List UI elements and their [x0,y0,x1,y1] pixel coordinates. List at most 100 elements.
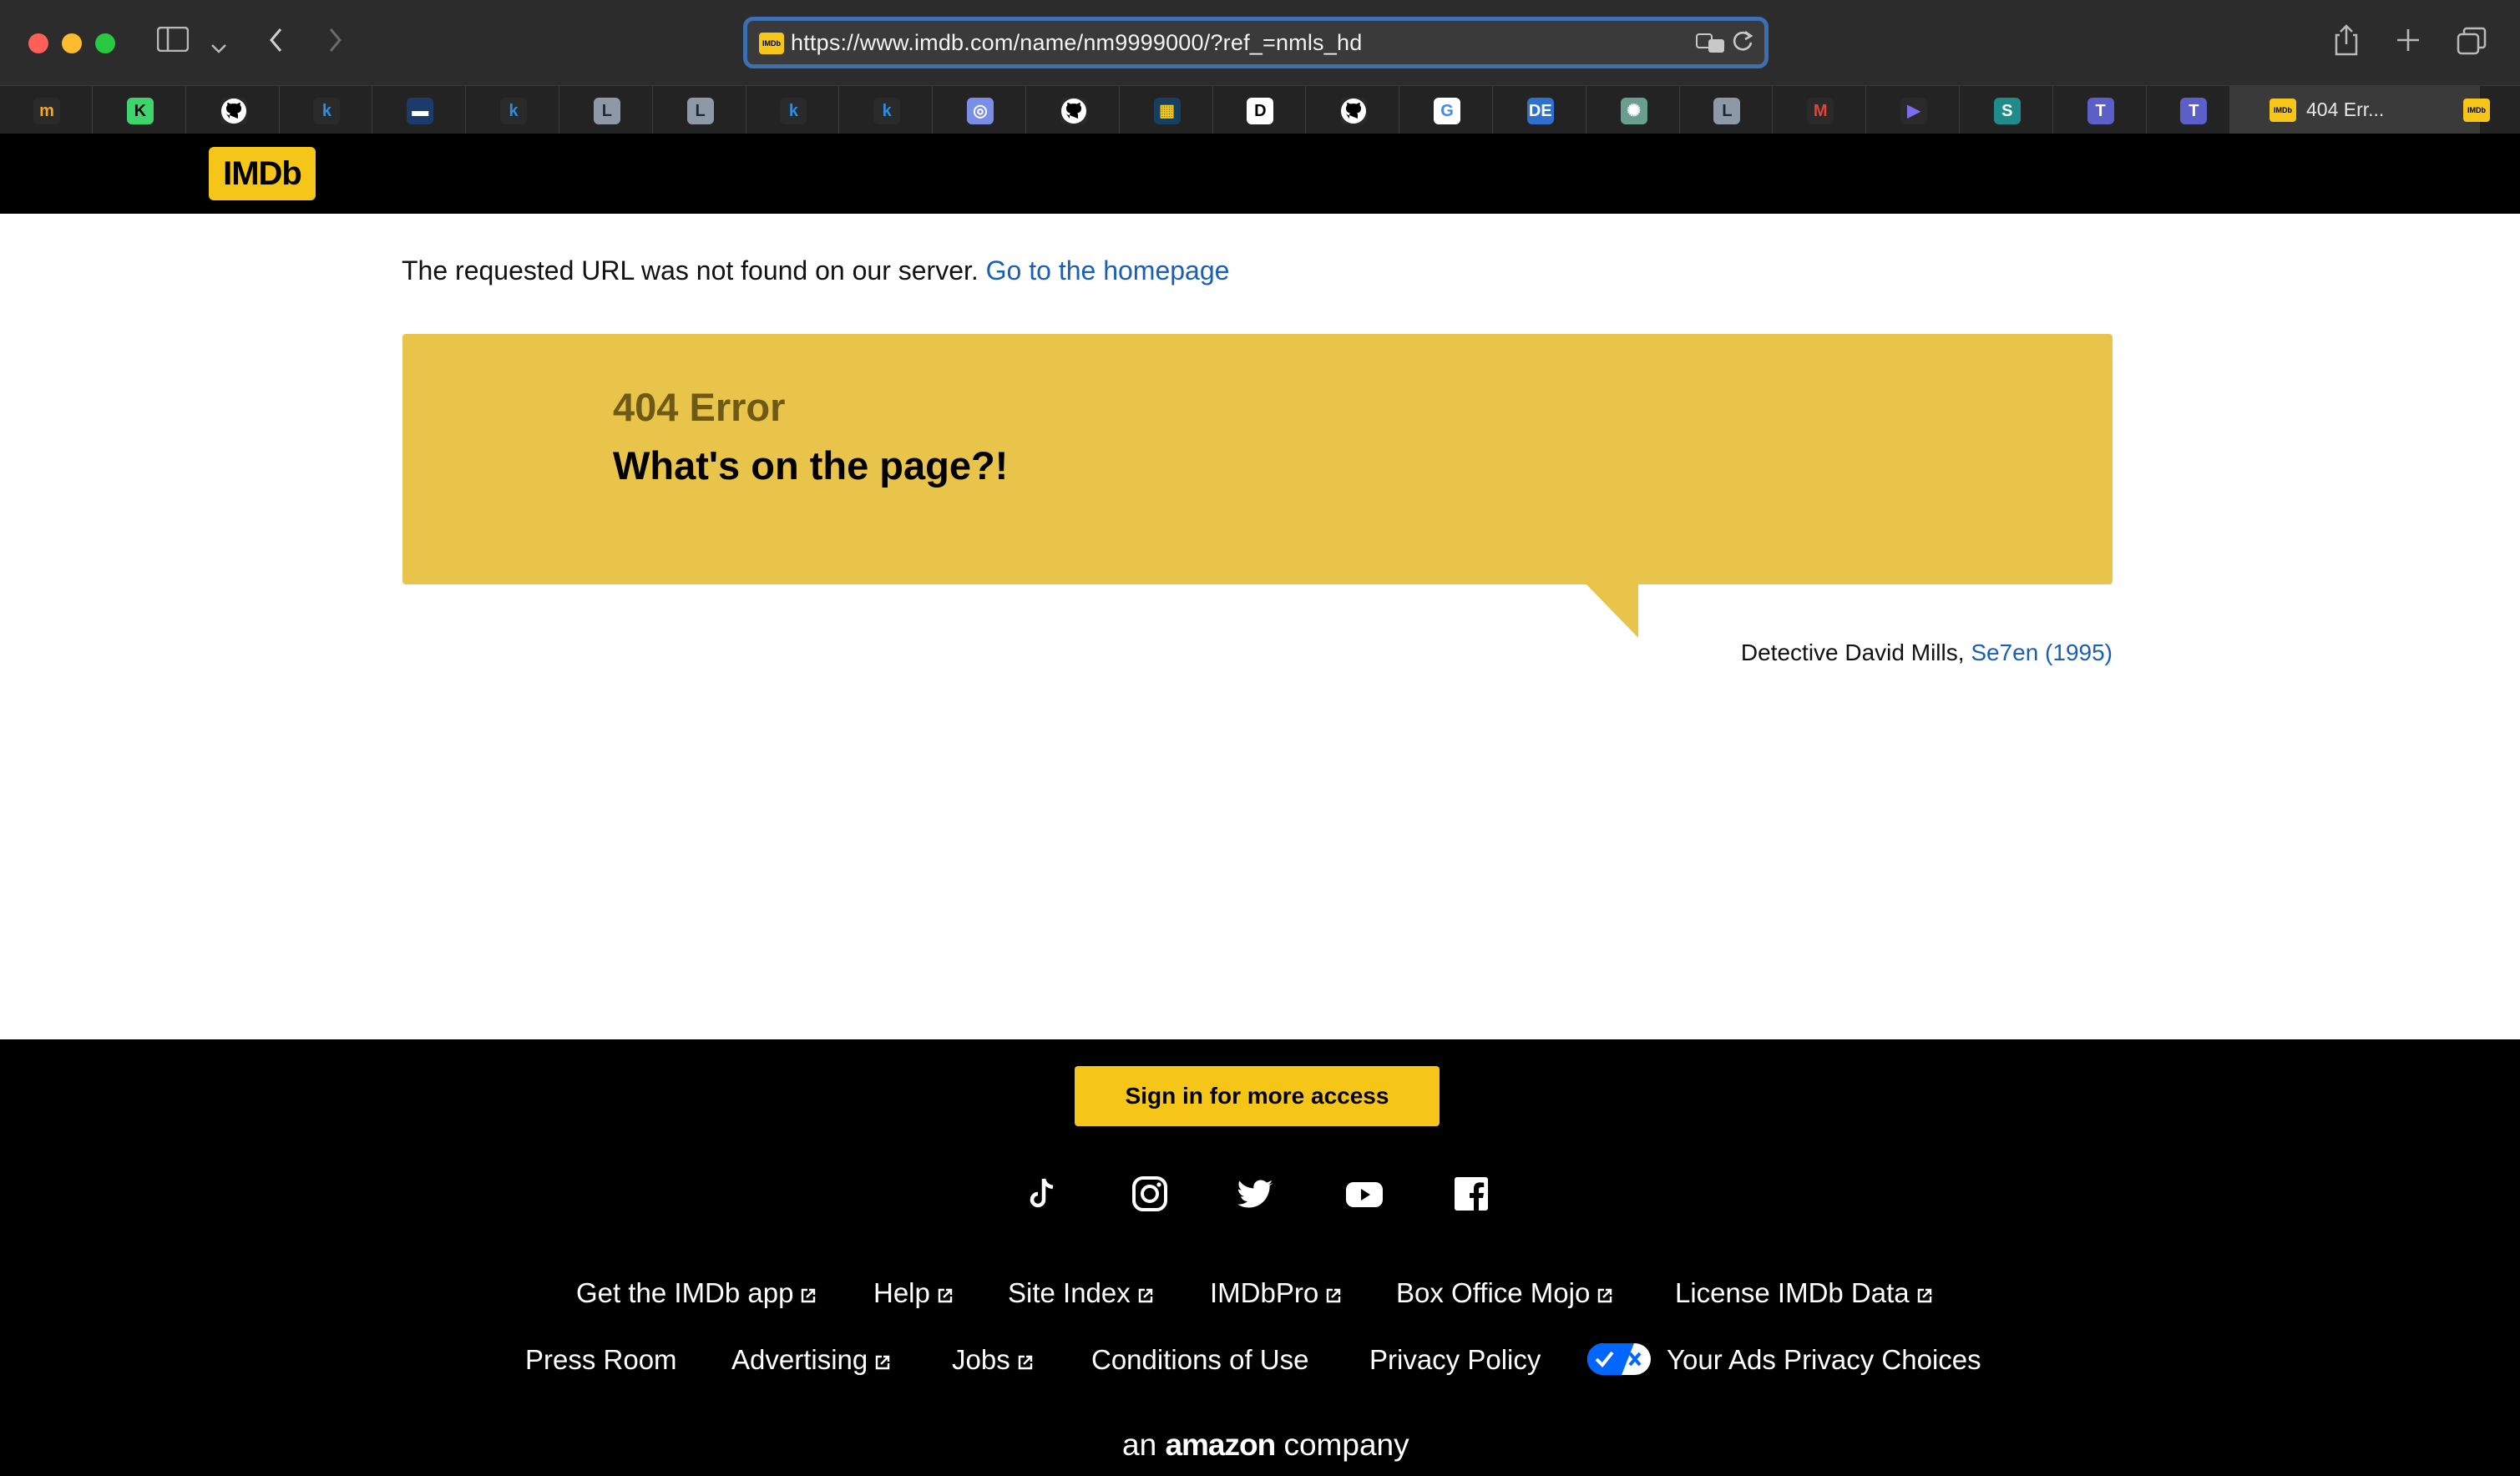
amazon-prefix: an [1122,1428,1157,1462]
pinned-tab[interactable]: k [280,86,373,134]
dk-icon: K [126,98,154,124]
footer-link-label: Advertising [731,1344,868,1375]
footer-link-box-office-mojo[interactable]: Box Office Mojo [1396,1277,1613,1309]
footer-link-ads-privacy-choices[interactable]: Your Ads Privacy Choices [1667,1344,1981,1376]
sharepoint-icon: S [1993,98,2021,124]
sidebar-toggle-icon[interactable] [156,26,190,59]
l-icon: L [1713,98,1741,124]
external-link-icon [1018,1355,1032,1370]
imdb-pro-icon: m [33,98,60,124]
youtube-icon[interactable] [1344,1174,1384,1214]
homepage-link[interactable]: Go to the homepage [986,255,1230,286]
de-icon: DE [1526,98,1554,124]
external-link-icon [1598,1288,1612,1303]
imdb-logo[interactable]: IMDb [209,147,316,200]
pinned-tab[interactable]: G [1400,86,1493,134]
chart-icon: ▦ [1153,98,1181,124]
error-code: 404 Error [613,385,786,429]
pinned-tab[interactable]: ▬ [373,86,467,134]
pinned-tab[interactable]: k [746,86,840,134]
pinned-tab[interactable]: L [1680,86,1774,134]
zoom-window-button[interactable] [95,33,115,53]
pinned-tab[interactable]: k [467,86,559,134]
footer-link-imdbpro[interactable]: IMDbPro [1210,1277,1342,1309]
browser-chrome: IMDb https://www.imdb.com/name/nm9999000… [0,0,2520,134]
close-window-button[interactable] [28,33,48,53]
footer-link-site-index[interactable]: Site Index [1008,1277,1154,1309]
new-tab-icon[interactable] [2395,27,2421,61]
address-bar[interactable]: IMDb https://www.imdb.com/name/nm9999000… [743,17,1769,68]
facebook-icon[interactable] [1451,1174,1491,1214]
google-icon: G [1434,98,1460,124]
pinned-tab[interactable]: k [840,86,934,134]
back-button[interactable] [267,27,286,61]
footer-link-label: Site Index [1008,1277,1131,1308]
footer-link-advertising[interactable]: Advertising [731,1344,891,1376]
pinned-tab[interactable]: K [94,86,186,134]
external-link-icon [802,1288,816,1303]
github-icon [220,98,247,124]
pinned-tab[interactable]: D [1213,86,1307,134]
chatgpt-icon: ✺ [1620,98,1647,124]
minimize-window-button[interactable] [62,33,82,53]
footer-link-license-data[interactable]: License IMDb Data [1675,1277,1933,1309]
privacy-choices-icon[interactable] [1586,1342,1652,1380]
pinned-tab[interactable] [1307,86,1400,134]
translate-icon[interactable] [1696,33,1726,59]
ghost-icon: ◎ [967,98,994,124]
url-text[interactable]: https://www.imdb.com/name/nm9999000/?ref… [791,30,1362,56]
reload-icon[interactable] [1731,28,1754,60]
speech-bubble-tail [1585,583,1638,638]
forward-button[interactable] [326,27,344,61]
footer-link-privacy-policy[interactable]: Privacy Policy [1369,1344,1541,1376]
tab-title: 404 Err... [2306,99,2385,120]
footer-link-conditions-of-use[interactable]: Conditions of Use [1091,1344,1308,1376]
footer-link-imdb-app[interactable]: Get the IMDb app [576,1277,817,1309]
footer-link-label: License IMDb Data [1675,1277,1910,1308]
pinned-tab[interactable]: M [1774,86,1867,134]
pinned-tab[interactable]: ◎ [934,86,1026,134]
pinned-tab[interactable] [187,86,280,134]
footer-link-press-room[interactable]: Press Room [525,1344,677,1376]
footer-link-jobs[interactable]: Jobs [952,1344,1034,1376]
instagram-icon[interactable] [1130,1174,1170,1214]
tab-overview-icon[interactable] [2457,27,2487,63]
pinned-tab[interactable]: T [2147,86,2240,134]
pinned-tab[interactable]: L [654,86,746,134]
tiktok-icon[interactable] [1022,1174,1062,1214]
not-found-text: The requested URL was not found on our s… [402,255,979,286]
footer-link-help[interactable]: Help [873,1277,954,1309]
chevron-down-icon[interactable] [210,28,227,62]
pinned-tab[interactable]: S [1961,86,2053,134]
external-link-icon [1917,1288,1931,1303]
github-icon [1060,98,1087,124]
pinned-tab[interactable]: ✺ [1587,86,1680,134]
sign-in-button[interactable]: Sign in for more access [1075,1066,1440,1126]
movie-link[interactable]: Se7en (1995) [1971,639,2113,665]
gmail-icon: M [1807,98,1834,124]
l-icon: L [593,98,620,124]
footer-link-label: Box Office Mojo [1396,1277,1591,1308]
pinned-tab[interactable]: ▶ [1867,86,1960,134]
external-link-icon [1138,1288,1152,1303]
k-icon: k [313,98,341,124]
pinned-tab[interactable]: T [2054,86,2147,134]
share-icon[interactable] [2333,23,2360,64]
pinned-tab[interactable]: m [0,86,93,134]
teams-icon: T [2087,98,2114,124]
external-link-icon [938,1288,953,1303]
pinned-tab[interactable]: L [560,86,653,134]
footer-link-label: Help [873,1277,930,1308]
amazon-company-logo[interactable]: an amazon company [1122,1428,1409,1463]
tab-active[interactable]: IMDb 404 Err... [2229,86,2480,134]
k-icon: k [873,98,901,124]
pinned-tab[interactable] [1027,86,1120,134]
copilot-icon: ▶ [1900,98,1927,124]
amazon-suffix: company [1283,1428,1409,1462]
pinned-tab[interactable]: DE [1494,86,1586,134]
tab-imdb-favicon[interactable]: IMDb [2463,99,2490,122]
pinned-tab[interactable]: ▦ [1121,86,1213,134]
site-footer: Sign in for more access [0,1039,2520,1476]
l-icon: L [686,98,714,124]
twitter-icon[interactable] [1237,1174,1277,1214]
